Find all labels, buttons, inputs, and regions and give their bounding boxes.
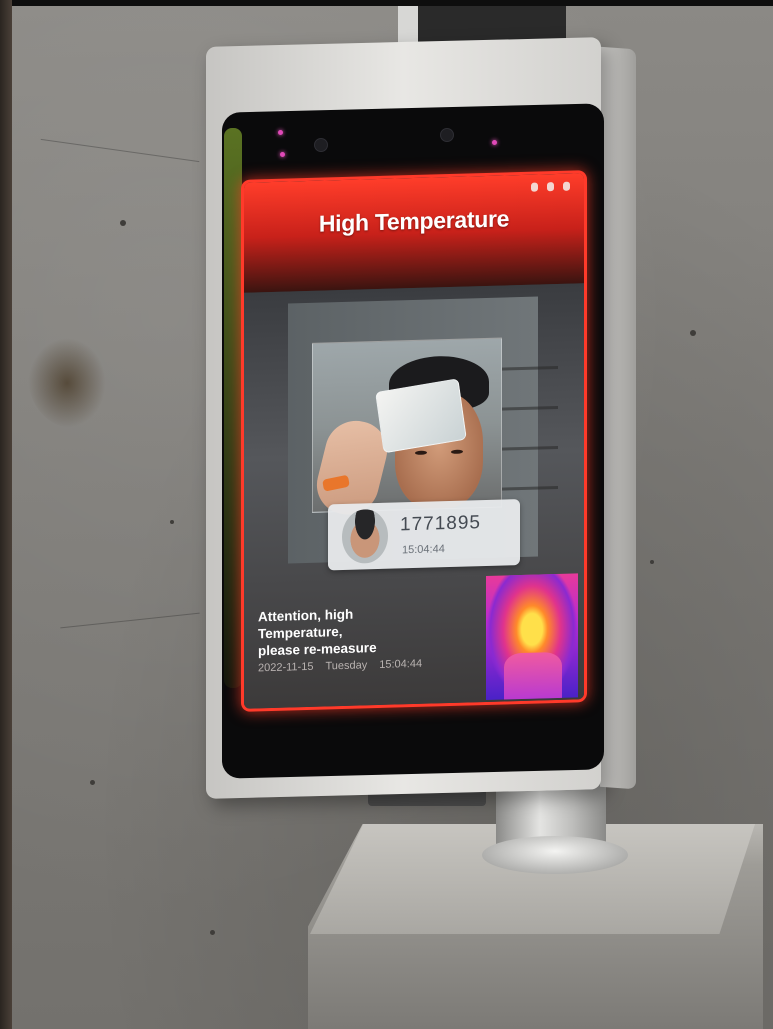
status-bar [531,181,570,192]
photo-scene: High Temperature 1771895 15:04:44 Attent… [0,0,773,1029]
footer-date: 2022-11-15 [258,660,314,675]
recognition-card: 1771895 15:04:44 [328,499,520,571]
stand-pole-base [482,836,628,874]
recognition-time: 15:04:44 [402,543,445,557]
footer-weekday: Tuesday [325,659,368,673]
wall-speck [90,780,95,785]
status-footer: 2022-11-15 Tuesday 15:04:44 [258,658,422,675]
thermal-image [486,573,578,700]
face-detection-frame [310,337,502,521]
camera-feed: 1771895 15:04:44 Attention, high Tempera… [244,283,584,709]
alert-header: High Temperature [244,173,584,293]
sound-icon [547,182,554,192]
bezel-reflection [224,128,242,688]
settings-icon [563,181,570,191]
footer-time: 15:04:44 [379,657,423,671]
lock-icon [531,182,538,192]
wall-speck [170,520,174,524]
eye [415,450,427,455]
camera-lens-icon [314,138,328,152]
wall-speck [650,560,654,564]
camera-lens-icon [440,128,454,142]
ir-led-icon [280,152,285,157]
warning-line: Attention, high Temperature, [258,606,354,642]
left-edge [0,0,12,1029]
kiosk-screen[interactable]: High Temperature 1771895 15:04:44 Attent… [244,173,584,709]
thermal-body [504,651,562,700]
warning-message: Attention, high Temperature, please re-m… [258,603,438,659]
device-side-panel [600,46,636,790]
eye [451,449,463,454]
avatar [342,508,388,565]
person-id: 1771895 [400,512,481,536]
wall-speck [690,330,696,336]
wall-speck [210,930,215,935]
alert-title: High Temperature [318,205,510,237]
wall-speck [120,220,126,226]
ir-led-icon [492,140,497,145]
ir-led-icon [278,130,283,135]
warning-line: please re-measure [258,640,377,659]
